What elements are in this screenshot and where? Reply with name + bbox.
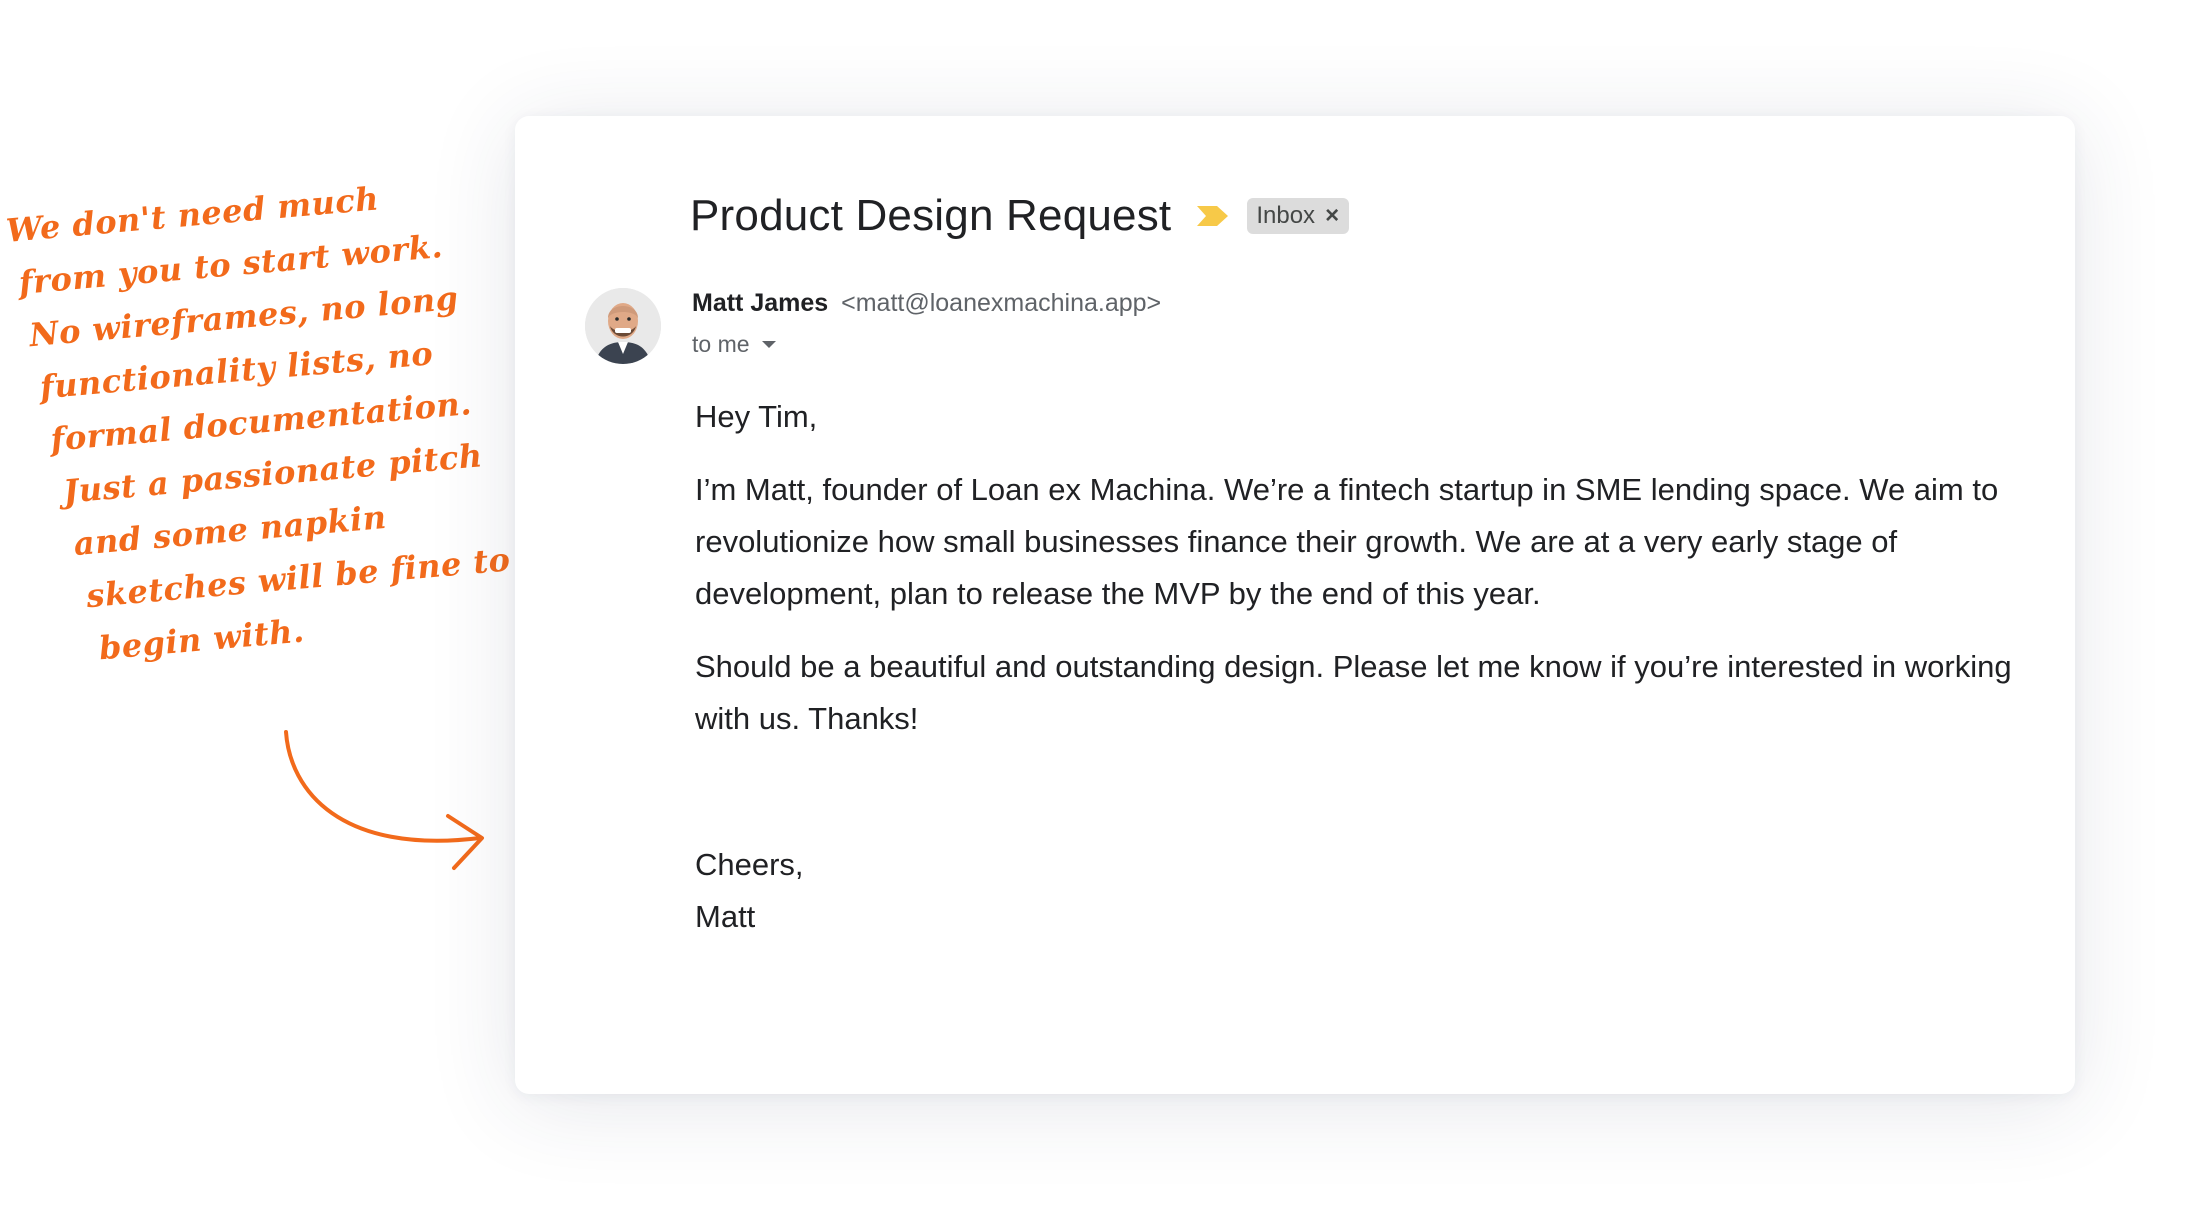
signature: Matt (695, 899, 756, 934)
remove-label-icon[interactable]: × (1325, 204, 1339, 228)
sender-row: Matt James <matt@loanexmachina.app> (692, 289, 1161, 318)
sender-avatar[interactable] (585, 288, 661, 364)
closing: Cheers, (695, 847, 804, 882)
chevron-down-icon[interactable] (761, 341, 776, 348)
greeting: Hey Tim, (695, 399, 818, 434)
sender-email: <matt@loanexmachina.app> (841, 289, 1162, 317)
recipient-text: to me (692, 331, 750, 357)
inbox-label-chip[interactable]: Inbox × (1247, 198, 1350, 234)
avatar-image (585, 288, 661, 364)
subject-row: Product Design Request Inbox × (690, 184, 1350, 248)
screenshot-canvas: We don't need much from you to start wor… (0, 0, 2196, 1220)
hand-drawn-arrow-icon (284, 730, 484, 870)
email-message-card: Product Design Request Inbox × Matt Jame… (515, 116, 2075, 1094)
important-marker-icon[interactable] (1195, 202, 1231, 230)
email-subject: Product Design Request (690, 191, 1172, 240)
email-body: Hey Tim, I’m Matt, founder of Loan ex Ma… (695, 391, 2025, 943)
sender-name[interactable]: Matt James (692, 289, 828, 317)
label-text: Inbox (1256, 202, 1316, 229)
handwritten-note: We don't need much from you to start wor… (4, 163, 524, 680)
body-paragraph: Should be a beautiful and outstanding de… (695, 649, 2012, 736)
body-paragraph: I’m Matt, founder of Loan ex Machina. We… (695, 472, 1999, 611)
recipient-details-toggle[interactable]: to me (692, 331, 776, 358)
